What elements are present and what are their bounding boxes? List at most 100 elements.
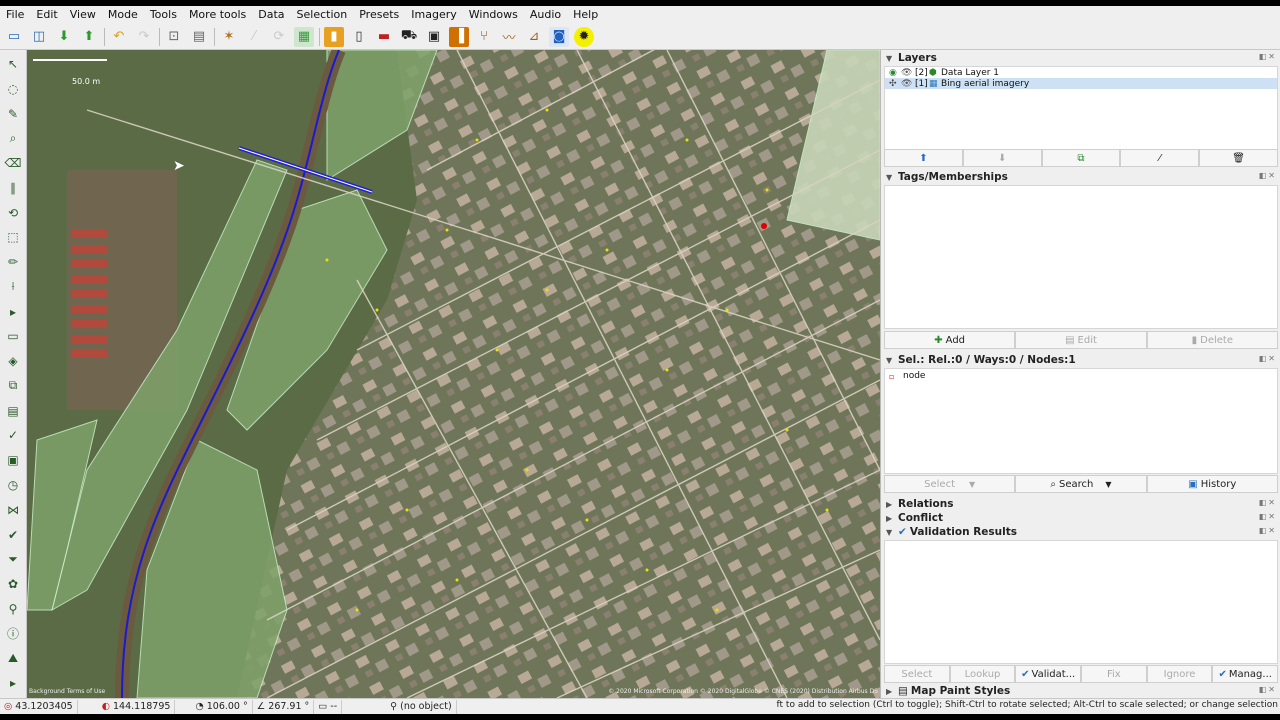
more-icon[interactable]: ▸ (3, 673, 23, 693)
map-canvas[interactable] (27, 50, 880, 698)
expand-icon[interactable]: ▸ (3, 302, 23, 322)
select-button[interactable]: Select ▼ (884, 475, 1016, 493)
car-icon[interactable]: ⛟ (399, 27, 419, 47)
rectangle-icon[interactable]: ▭ (3, 326, 23, 346)
filter-icon[interactable]: ⋈ (3, 500, 23, 520)
relations-dialog-title[interactable]: ▶ Relations ◧✕ (881, 497, 1280, 511)
menu-imagery[interactable]: Imagery (405, 6, 462, 24)
map-view[interactable]: 50.0 m ➤ Background Terms of Use © 2020 … (27, 50, 880, 698)
bus-icon[interactable]: ▣ (424, 27, 444, 47)
imagery-attribution-link[interactable]: Background Terms of Use (29, 688, 105, 695)
upload-icon[interactable]: ⬆ (79, 27, 99, 47)
menu-windows[interactable]: Windows (463, 6, 524, 24)
layer-item[interactable]: ✣ 👁 [1] ▦ Bing aerial imagery (885, 78, 1277, 89)
open-file-icon[interactable]: ◫ (29, 27, 49, 47)
conflict-dialog-title[interactable]: ▶ Conflict ◧✕ (881, 511, 1280, 525)
lookup-button[interactable]: Lookup (949, 665, 1016, 683)
tags-dialog-title[interactable]: ▼ Tags/Memberships ◧✕ (881, 170, 1280, 184)
simplify-icon[interactable]: ✶ (219, 27, 239, 47)
menu-audio[interactable]: Audio (524, 6, 567, 24)
validate-button[interactable]: ✔ Validat... (1015, 665, 1082, 683)
move-down-button[interactable]: ⬇ (962, 149, 1042, 167)
new-layer-icon[interactable]: ▭ (4, 27, 24, 47)
menu-selection[interactable]: Selection (291, 6, 354, 24)
parking-icon[interactable]: ▮ (324, 26, 344, 47)
selection-dialog-title[interactable]: ▼ Sel.: Rel.:0 / Ways:0 / Nodes:1 ◧✕ (881, 353, 1280, 367)
sun-icon[interactable]: ✹ (574, 26, 594, 47)
paint-icon[interactable]: ✿ (3, 574, 23, 594)
menu-file[interactable]: File (0, 6, 30, 24)
move-up-button[interactable]: ⬆ (884, 149, 963, 167)
pencil-icon[interactable]: ✏ (3, 252, 23, 272)
expand-icon[interactable]: ▶ (886, 500, 898, 509)
menu-tools[interactable]: Tools (144, 6, 183, 24)
menu-help[interactable]: Help (567, 6, 604, 24)
validation-results-list[interactable] (884, 540, 1278, 664)
menu-view[interactable]: View (64, 6, 102, 24)
fix-button[interactable]: Fix (1081, 665, 1147, 683)
layers-dialog-title[interactable]: ▼ Layers ◧✕ (881, 51, 1280, 65)
show-hide-button[interactable]: ⁄ (1120, 149, 1200, 167)
validation-select-button[interactable]: Select (884, 665, 950, 683)
improve-way-icon[interactable]: ⟲ (3, 203, 23, 223)
validator-icon[interactable]: ✔ (3, 525, 23, 545)
dialog-controls-icon[interactable]: ◧✕ (1259, 526, 1277, 535)
menu-presets[interactable]: Presets (353, 6, 405, 24)
expand-icon[interactable]: ▶ (886, 514, 898, 523)
image-offset-icon[interactable]: ▦ (294, 26, 314, 47)
dialog-controls-icon[interactable]: ◧✕ (1259, 498, 1277, 507)
photo-icon[interactable]: ▣ (3, 450, 23, 470)
map-paint-styles-title[interactable]: ▶ ▤ Map Paint Styles ◧✕ (881, 684, 1280, 698)
parallel-icon[interactable]: ∥ (3, 178, 23, 198)
dialog-controls-icon[interactable]: ◧✕ (1259, 171, 1277, 180)
delete-tag-button[interactable]: ▮ Delete (1146, 331, 1278, 349)
zoom-icon[interactable]: ⌕ (3, 128, 23, 148)
split-icon[interactable]: ⟊ (3, 277, 23, 297)
refresh-icon[interactable]: ⟳ (269, 27, 289, 47)
selected-node[interactable] (761, 223, 767, 229)
zoom-to-data-icon[interactable]: ⊡ (164, 27, 184, 47)
collapse-icon[interactable]: ▼ (886, 173, 898, 182)
check-icon[interactable]: ✓ (3, 425, 23, 445)
map-icon[interactable]: ⛰ (3, 648, 23, 668)
history-button[interactable]: ▣ History (1146, 475, 1278, 493)
visibility-icon[interactable]: 👁 (901, 68, 915, 78)
select-tool-icon[interactable]: ↖ (3, 54, 23, 74)
merge-layer-button[interactable]: ⧉ (1041, 149, 1121, 167)
undo-icon[interactable]: ↶ (109, 27, 129, 47)
preferences-icon[interactable]: ▤ (189, 27, 209, 47)
move-layer-icon[interactable]: ✣ (889, 79, 901, 89)
menu-mode[interactable]: Mode (102, 6, 144, 24)
visibility-icon[interactable]: 👁 (901, 79, 915, 89)
funnel-icon[interactable]: ⏷ (3, 549, 23, 569)
menu-edit[interactable]: Edit (30, 6, 63, 24)
combine-icon[interactable]: ⁄ (244, 27, 264, 47)
dialog-controls-icon[interactable]: ◧✕ (1259, 685, 1277, 694)
note-icon[interactable]: ▤ (3, 401, 23, 421)
active-layer-icon[interactable]: ◉ (889, 68, 901, 78)
collapse-icon[interactable]: ▼ (886, 356, 898, 365)
search-button[interactable]: ⌕ Search ▼ (1015, 475, 1147, 493)
extrude-icon[interactable]: ⬚ (3, 227, 23, 247)
relation-icon[interactable]: ⧉ (3, 376, 23, 396)
ignore-button[interactable]: Ignore (1146, 665, 1213, 683)
collapse-icon[interactable]: ▼ (886, 528, 898, 537)
validation-dialog-title[interactable]: ▼ ✔ Validation Results ◧✕ (881, 525, 1280, 539)
edit-tag-button[interactable]: ▤ Edit (1015, 331, 1147, 349)
dialog-controls-icon[interactable]: ◧✕ (1259, 52, 1277, 61)
info-icon[interactable]: ⓘ (3, 624, 23, 644)
dialog-controls-icon[interactable]: ◧✕ (1259, 354, 1277, 363)
download-icon[interactable]: ⬇ (54, 27, 74, 47)
tag-icon[interactable]: ◈ (3, 351, 23, 371)
expand-icon[interactable]: ▶ (886, 687, 898, 696)
lasso-icon[interactable]: ◌ (3, 79, 23, 99)
dialog-controls-icon[interactable]: ◧✕ (1259, 512, 1277, 521)
menu-data[interactable]: Data (252, 6, 290, 24)
collapse-icon[interactable]: ▼ (886, 54, 898, 63)
traffic-light-icon[interactable]: ▯ (349, 27, 369, 47)
selection-item[interactable]: ▫ node (885, 369, 1277, 383)
pin-icon[interactable]: ⚲ (3, 599, 23, 619)
manage-button[interactable]: ✔ Manag... (1212, 665, 1279, 683)
draw-icon[interactable]: ✎ (3, 104, 23, 124)
restaurant-icon[interactable]: ⑂ (474, 27, 494, 47)
